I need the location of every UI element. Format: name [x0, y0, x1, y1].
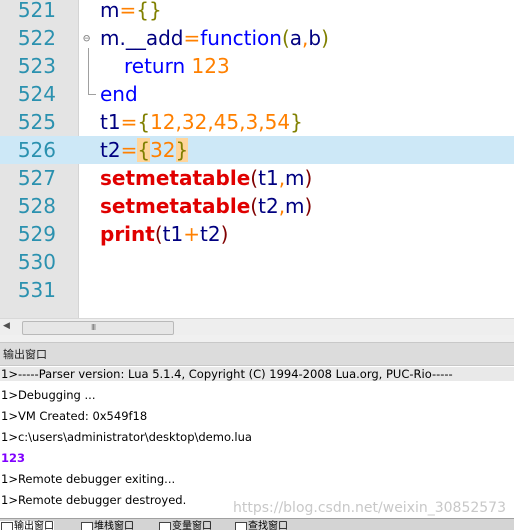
- code-line[interactable]: 523 return 123: [0, 52, 514, 80]
- output-line: 1>-----Parser version: Lua 5.1.4, Copyri…: [0, 367, 514, 381]
- code-line[interactable]: 528 setmetatable(t2,m): [0, 192, 514, 220]
- bottom-tab-bar: 输出窗口 堆栈窗口 变量窗口 查找窗口: [0, 518, 514, 530]
- code-text: t1={12,32,45,3,54}: [100, 110, 303, 134]
- output-panel-title: 输出窗口: [3, 348, 47, 361]
- scroll-left-icon[interactable]: ◀: [3, 321, 10, 331]
- code-line[interactable]: 530: [0, 248, 514, 276]
- code-line[interactable]: 525 t1={12,32,45,3,54}: [0, 108, 514, 136]
- code-text: m={}: [100, 0, 162, 22]
- code-text: setmetatable(t2,m): [100, 194, 313, 218]
- panel-separator[interactable]: [0, 335, 514, 342]
- line-number: 530: [17, 250, 56, 274]
- code-text: print(t1+t2): [100, 222, 229, 246]
- line-number: 523: [17, 54, 56, 78]
- output-line: 1>Remote debugger destroyed.: [1, 493, 187, 507]
- line-number: 522: [17, 26, 56, 50]
- code-line[interactable]: 526 t2={32}: [0, 136, 514, 164]
- line-number: 527: [17, 166, 56, 190]
- fold-guide-line: [88, 48, 89, 94]
- output-line: 1>Remote debugger exiting...: [1, 472, 176, 486]
- code-text: t2={32}: [100, 138, 189, 162]
- horizontal-scrollbar[interactable]: ◀ III: [0, 318, 514, 336]
- code-text: setmetatable(t1,m): [100, 166, 313, 190]
- code-line[interactable]: 531: [0, 276, 514, 304]
- code-line[interactable]: 521 m={}: [0, 0, 514, 24]
- code-line[interactable]: 522 ⊖ m.__add=function(a,b): [0, 24, 514, 52]
- line-number: 528: [17, 194, 56, 218]
- watermark: https://blog.csdn.net/weixin_30852573: [232, 500, 506, 516]
- output-panel-header: 输出窗口: [0, 342, 514, 366]
- output-line: 1>Debugging ...: [1, 388, 96, 402]
- output-line: 1>c:\users\administrator\desktop\demo.lu…: [1, 430, 252, 444]
- code-line[interactable]: 524 end: [0, 80, 514, 108]
- line-number: 521: [17, 0, 56, 22]
- output-line: 123: [1, 451, 26, 465]
- code-text: return 123: [124, 54, 230, 78]
- code-line[interactable]: 527 setmetatable(t1,m): [0, 164, 514, 192]
- code-line[interactable]: 529 print(t1+t2): [0, 220, 514, 248]
- line-number: 526: [17, 138, 56, 162]
- line-number: 524: [17, 82, 56, 106]
- fold-collapse-icon[interactable]: ⊖: [83, 32, 90, 44]
- code-editor[interactable]: 521 m={} 522 ⊖ m.__add=function(a,b) 523 retur…: [0, 0, 514, 318]
- line-number: 529: [17, 222, 56, 246]
- output-line: 1>VM Created: 0x549f18: [1, 409, 148, 423]
- scrollbar-thumb[interactable]: III: [22, 321, 174, 335]
- scrollbar-grip: III: [91, 323, 96, 332]
- code-text: end: [100, 82, 138, 106]
- line-number: 525: [17, 110, 56, 134]
- fold-guide-end: [88, 94, 96, 95]
- code-text: m.__add=function(a,b): [100, 26, 329, 50]
- line-number: 531: [17, 278, 56, 302]
